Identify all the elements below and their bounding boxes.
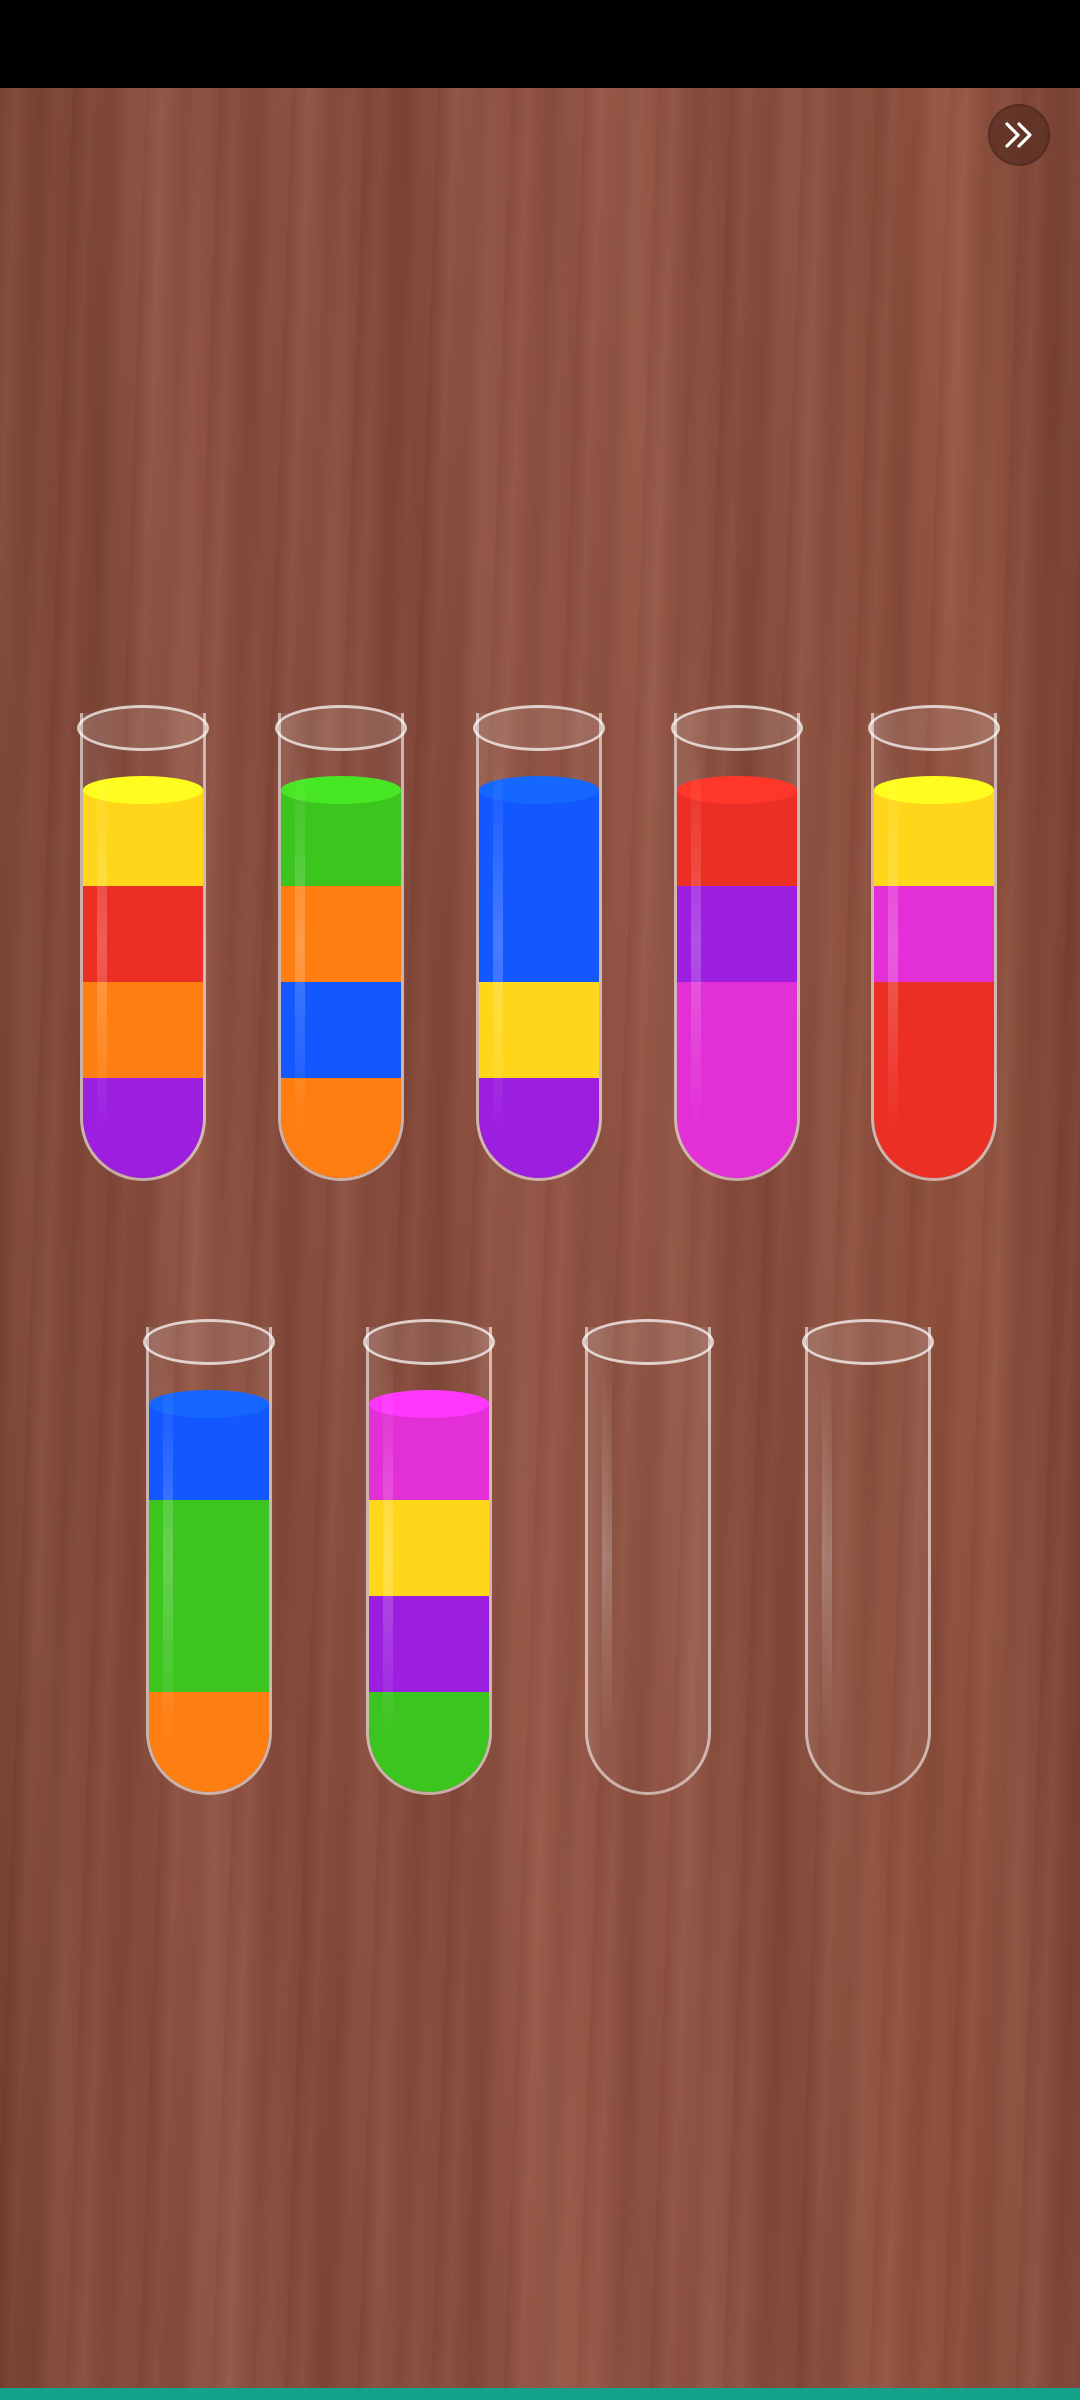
test-tube-8[interactable]: [582, 1319, 714, 1795]
glass-highlight: [295, 753, 305, 1133]
tube-glass: [80, 713, 206, 1181]
tube-glass: [476, 713, 602, 1181]
glass-highlight: [602, 1367, 612, 1747]
test-tube-9[interactable]: [802, 1319, 934, 1795]
tube-rim: [868, 705, 1000, 751]
tube-glass: [278, 713, 404, 1181]
test-tube-2[interactable]: [275, 705, 407, 1181]
bottom-nav-strip: [0, 2388, 1080, 2400]
glass-highlight: [163, 1367, 173, 1747]
glass-highlight: [691, 753, 701, 1133]
glass-highlight: [383, 1367, 393, 1747]
tube-rim: [77, 705, 209, 751]
tube-glass: [366, 1327, 492, 1795]
glass-highlight: [888, 753, 898, 1133]
tube-rim: [473, 705, 605, 751]
game-screen: [0, 0, 1080, 2400]
skip-level-button[interactable]: [988, 104, 1050, 166]
test-tube-5[interactable]: [868, 705, 1000, 1181]
tube-rim: [671, 705, 803, 751]
glass-highlight: [97, 753, 107, 1133]
tube-glass: [146, 1327, 272, 1795]
tube-glass: [674, 713, 800, 1181]
tube-glass: [585, 1327, 711, 1795]
tube-glass: [871, 713, 997, 1181]
glass-highlight: [493, 753, 503, 1133]
test-tube-6[interactable]: [143, 1319, 275, 1795]
tube-rim: [802, 1319, 934, 1365]
double-chevron-right-icon: [1005, 122, 1032, 148]
tube-rim: [363, 1319, 495, 1365]
test-tube-4[interactable]: [671, 705, 803, 1181]
test-tube-3[interactable]: [473, 705, 605, 1181]
tube-rim: [275, 705, 407, 751]
status-bar: [0, 0, 1080, 88]
tube-rim: [143, 1319, 275, 1365]
test-tube-1[interactable]: [77, 705, 209, 1181]
tube-glass: [805, 1327, 931, 1795]
glass-highlight: [822, 1367, 832, 1747]
test-tube-7[interactable]: [363, 1319, 495, 1795]
tube-rim: [582, 1319, 714, 1365]
wood-board: [0, 88, 1080, 2388]
